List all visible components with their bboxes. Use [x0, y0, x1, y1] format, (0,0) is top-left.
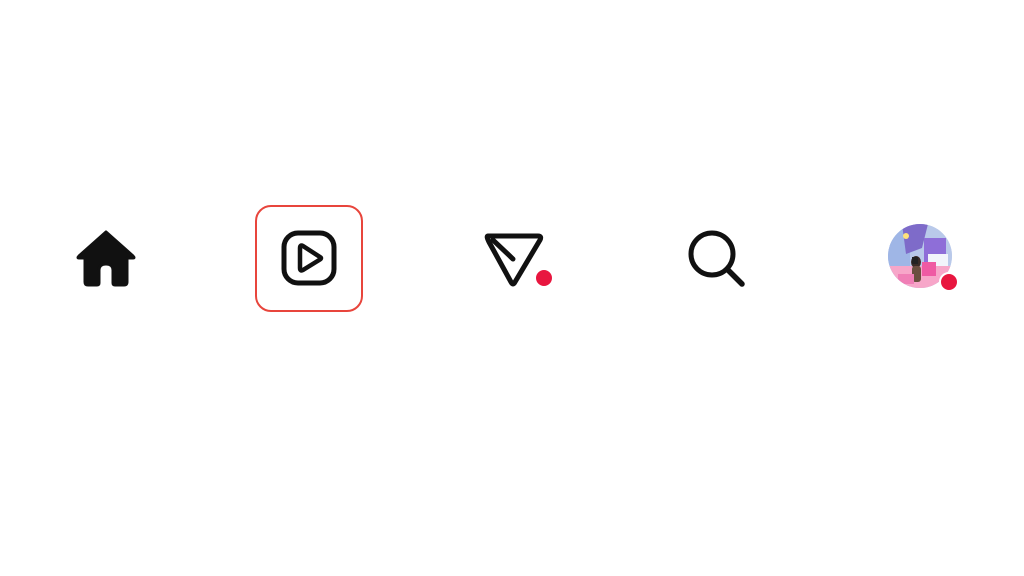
nav-search-button[interactable]	[680, 222, 752, 294]
home-icon	[76, 230, 136, 287]
nav-share-button[interactable]	[478, 222, 558, 294]
app-screen	[0, 0, 1024, 576]
reels-play-icon	[281, 230, 337, 286]
notification-dot	[939, 272, 959, 292]
nav-reels-button[interactable]	[255, 205, 363, 312]
nav-home-button[interactable]	[70, 222, 142, 294]
bottom-navigation-bar	[0, 200, 1024, 320]
search-icon	[688, 230, 745, 287]
nav-profile-button[interactable]	[882, 222, 962, 294]
reels-icon-wrap	[281, 230, 337, 286]
notification-dot	[534, 268, 554, 288]
